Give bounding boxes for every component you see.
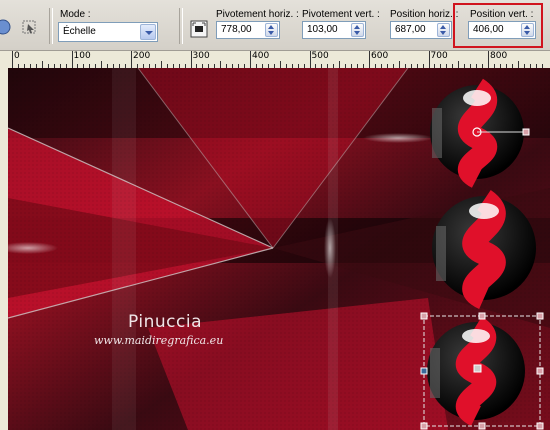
ruler-label: 200 [133,51,151,61]
canvas-artwork [8,68,550,430]
ruler-major-tick [428,51,430,68]
watermark-name: Pinuccia [128,312,202,332]
mode-select[interactable]: Échelle [58,22,158,42]
reset-icon[interactable] [0,18,12,36]
ruler-major-tick [369,51,370,68]
ruler-label: 700 [430,51,448,61]
ruler-major-tick [309,51,311,68]
pivot-vertical-input[interactable]: 103,00 [302,21,366,39]
toolbar-separator [179,8,183,44]
sphere-middle [432,190,536,309]
pivot-vertical-value: 103,00 [307,24,338,35]
ruler-major-tick [488,51,489,68]
ruler-label: 100 [73,51,91,61]
ruler-minor-tick [339,61,341,68]
pick-tool-icon[interactable] [20,18,38,36]
ruler-minor-tick [398,61,400,68]
mode-label: Mode : [60,9,91,20]
ruler-major-tick [12,51,13,68]
position-horizontal-label: Position horiz. : [390,9,459,20]
pivot-horizontal-label: Pivotement horiz. : [216,9,299,20]
ruler-label: 400 [252,51,270,61]
object-align-icon[interactable] [190,20,208,38]
ruler-minor-tick [41,61,43,68]
chevron-down-icon[interactable] [140,24,156,40]
position-horizontal-spinner[interactable] [437,23,450,37]
pivot-horizontal-input[interactable]: 778,00 [216,21,280,39]
ruler-major-tick [131,51,132,68]
ruler-major-tick [190,51,192,68]
ruler-label: 600 [371,51,389,61]
pivot-horizontal-value: 778,00 [221,24,252,35]
ruler-minor-tick [160,61,162,68]
pivot-vertical-label: Pivotement vert. : [302,9,380,20]
horizontal-ruler: 0 100 200 300 400 500 600 700 800 [0,51,550,69]
image-canvas[interactable]: Pinuccia www.maidiregrafica.eu [8,68,550,430]
mode-value: Échelle [63,26,96,37]
pivot-vertical-spinner[interactable] [351,23,364,37]
ruler-label: 0 [14,51,20,61]
watermark-url: www.maidiregrafica.eu [94,334,224,347]
pivot-horizontal-spinner[interactable] [265,23,278,37]
ruler-label: 500 [311,51,329,61]
ruler-label: 800 [490,51,508,61]
ruler-minor-tick [220,61,222,68]
ruler-label: 300 [192,51,210,61]
ruler-minor-tick [517,61,519,68]
ruler-minor-tick [279,61,281,68]
position-horizontal-value: 687,00 [395,24,426,35]
ruler-major-tick [250,51,251,68]
tool-options-toolbar: Mode : Échelle Pivotement horiz. : 778,0… [0,0,550,51]
position-horizontal-input[interactable]: 687,00 [390,21,452,39]
ruler-minor-tick [458,61,460,68]
ruler-major-tick [71,51,73,68]
highlight-box [453,3,543,48]
toolbar-separator [49,8,53,44]
ruler-minor-tick [101,61,103,68]
